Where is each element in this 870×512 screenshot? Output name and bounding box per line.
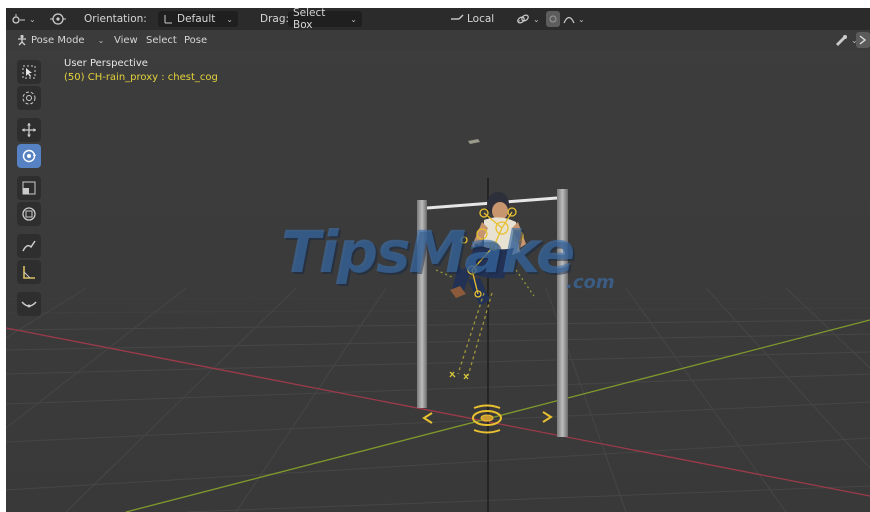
active-object-label: (50) CH-rain_proxy : chest_cog: [64, 72, 218, 83]
scale-icon: [22, 181, 36, 195]
watermark-domain: .com: [566, 272, 615, 293]
tool-scale[interactable]: [17, 176, 41, 200]
mode-bar: Pose Mode ⌄ View Select Pose ⌄: [6, 30, 870, 50]
chevron-down-icon: ⌄: [226, 14, 233, 24]
rotate-icon: [22, 149, 36, 163]
axes-icon: [164, 15, 172, 24]
annotate-icon: [22, 240, 36, 252]
tool-select-box[interactable]: [17, 60, 41, 84]
orientation-dropdown[interactable]: Default ⌄: [158, 11, 238, 27]
select-box-icon: [22, 65, 36, 79]
chevron-down-icon: ⌄: [578, 14, 585, 24]
viewport-header: ⌄ Orientation: Default ⌄ Drag: Select Bo…: [6, 8, 870, 31]
eye-brush-icon: [836, 35, 847, 46]
pivot-value: Local: [467, 13, 495, 25]
editor-type-selector[interactable]: ⌄: [12, 11, 36, 27]
menu-pose[interactable]: Pose: [180, 32, 211, 48]
watermark-logo: TipsMake: [281, 218, 575, 286]
orientation-label: Orientation:: [84, 13, 147, 25]
sidebar-toggle[interactable]: [856, 32, 870, 48]
expand-panel-icon: [856, 32, 870, 48]
snap-dropdown[interactable]: ⌄: [516, 11, 540, 27]
chevron-down-icon: ⌄: [29, 14, 36, 24]
move-icon: [22, 123, 36, 137]
orientation-value: Default: [177, 13, 216, 25]
drag-label: Drag:: [260, 13, 290, 25]
mode-value: Pose Mode: [31, 34, 85, 46]
drag-dropdown[interactable]: Select Box ⌄: [288, 8, 362, 31]
tool-relax-pose[interactable]: [17, 292, 41, 316]
transform-icon: [22, 207, 36, 221]
viewport-perspective-label: User Perspective: [64, 58, 148, 69]
mode-selector[interactable]: Pose Mode ⌄: [12, 32, 108, 48]
drag-value: Select Box: [293, 8, 326, 31]
blender-window: TipsMake .com ⌄ Orientation: Default ⌄ D…: [6, 8, 870, 512]
tool-measure[interactable]: [17, 260, 41, 284]
cursor-icon: [22, 91, 36, 105]
falloff-icon: [563, 16, 575, 24]
tool-cursor[interactable]: [17, 86, 41, 110]
chevron-down-icon: ⌄: [533, 14, 540, 24]
menu-view[interactable]: View: [110, 32, 142, 48]
tool-annotate[interactable]: [17, 234, 41, 258]
link-icon: [517, 14, 529, 24]
tool-move[interactable]: [17, 118, 41, 142]
transform-pivot-dropdown[interactable]: Local ⌄: [450, 11, 522, 27]
viewport-editor-icon: [12, 14, 25, 24]
chevron-down-icon: ⌄: [350, 14, 357, 24]
tool-rotate[interactable]: [17, 144, 41, 168]
proportional-edit-toggle[interactable]: ⌄: [546, 11, 585, 27]
transform-orientation-gizmo[interactable]: [50, 11, 66, 27]
relax-pose-icon: [21, 301, 37, 308]
proportional-edit-icon: [546, 11, 560, 27]
measure-icon: [23, 266, 35, 279]
menu-select[interactable]: Select: [142, 32, 181, 48]
tool-transform[interactable]: [17, 202, 41, 226]
chevron-down-icon: ⌄: [97, 35, 105, 45]
pose-mode-icon: [18, 34, 26, 46]
pivot-local-icon: [451, 14, 464, 20]
orientation-icon: [50, 13, 66, 25]
